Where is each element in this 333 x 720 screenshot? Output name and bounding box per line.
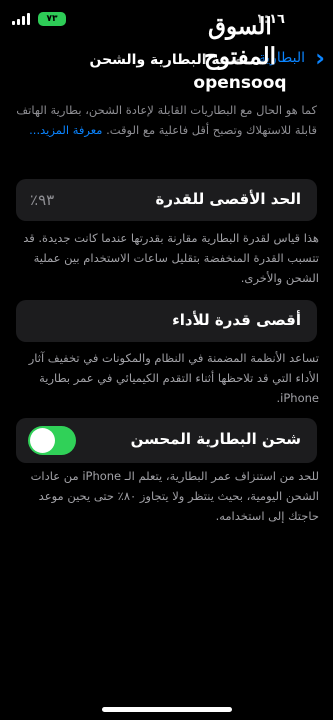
peak-performance-footer: تساعد الأنظمة المضمنة في النظام والمكونا… xyxy=(28,351,319,405)
peak-performance-label: أقصى قدرة للأداء xyxy=(172,311,301,329)
learn-more-link[interactable]: معرفة المزيد... xyxy=(29,123,102,137)
optimized-charging-row: شحن البطارية المحسن xyxy=(16,418,317,463)
optimized-charging-label: شحن البطارية المحسن xyxy=(130,430,301,448)
optimized-charging-footer: للحد من استنزاف عمر البطارية، يتعلم الـ … xyxy=(30,469,319,523)
watermark-english-text: opensooq xyxy=(193,73,287,93)
cellular-signal-icon xyxy=(12,13,30,25)
optimized-charging-toggle[interactable] xyxy=(28,426,76,455)
intro-text: كما هو الحال مع البطاريات القابلة لإعادة… xyxy=(16,100,317,140)
max-capacity-footer: هذا قياس لقدرة البطارية مقارنة بقدرتها ع… xyxy=(23,231,319,285)
max-capacity-value: ٪٩٣ xyxy=(30,191,55,209)
toggle-knob xyxy=(30,428,55,453)
opensooq-watermark: السوق المفتوح opensooq xyxy=(170,12,310,93)
home-indicator[interactable] xyxy=(102,707,232,712)
battery-icon: ٧٣ xyxy=(38,12,66,26)
max-capacity-label: الحد الأقصى للقدرة xyxy=(155,190,302,208)
peak-performance-row: أقصى قدرة للأداء xyxy=(16,300,317,342)
max-capacity-row: الحد الأقصى للقدرة ٪٩٣ xyxy=(16,179,317,221)
watermark-arabic-text: السوق المفتوح xyxy=(204,13,276,70)
